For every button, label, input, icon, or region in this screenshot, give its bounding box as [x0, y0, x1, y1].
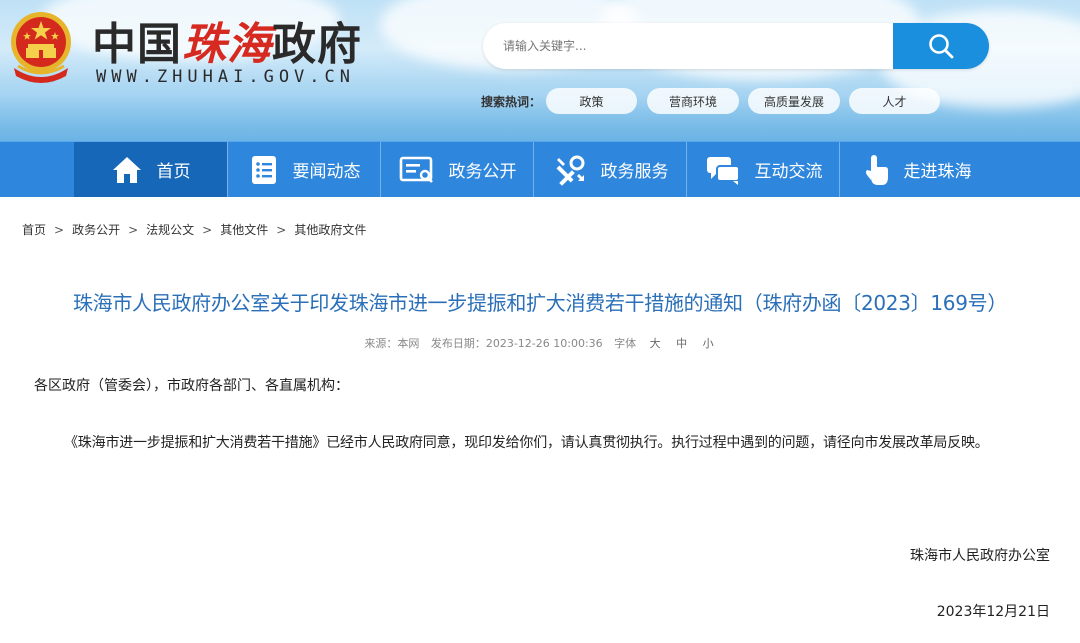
nav-item-label: 首页: [156, 162, 191, 182]
breadcrumb-separator-icon: >: [128, 222, 139, 237]
nav-item-government-affairs[interactable]: 政务公开: [381, 142, 534, 197]
main-nav: 首页 要闻动态 政务公开 政务服务 互动交流 走进珠海: [0, 141, 1080, 197]
breadcrumb-government-affairs[interactable]: 政务公开: [72, 221, 120, 238]
breadcrumb-other-files[interactable]: 其他文件: [220, 221, 268, 238]
breadcrumb: 首页 > 政务公开 > 法规公文 > 其他文件 > 其他政府文件: [22, 221, 366, 238]
breadcrumb-separator-icon: >: [202, 222, 213, 237]
article-date: 2023年12月21日: [936, 604, 1050, 620]
article-source: 来源：本网: [364, 337, 420, 350]
article-publish-date: 发布日期：2023-12-26 10:00:36: [430, 337, 603, 350]
chat-icon: [706, 156, 740, 185]
font-size-medium-button[interactable]: 中: [676, 337, 687, 350]
nav-item-label: 互动交流: [754, 162, 823, 182]
news-list-icon: [251, 155, 276, 184]
nav-item-home[interactable]: 首页: [74, 142, 227, 197]
hot-tag-policy[interactable]: 政策: [546, 88, 637, 114]
article-title: 珠海市人民政府办公室关于印发珠海市进一步提振和扩大消费若干措施的通知（珠府办函〔…: [72, 291, 1008, 315]
article-signature: 珠海市人民政府办公室: [910, 548, 1050, 564]
site-name-part2: 珠海: [182, 20, 272, 69]
site-name[interactable]: 中国 珠海 政府: [92, 14, 362, 69]
nav-item-label: 要闻动态: [292, 162, 361, 182]
article-meta: 来源：本网 发布日期：2023-12-26 10:00:36 字体 大 中 小: [0, 335, 1080, 351]
nav-item-interaction[interactable]: 互动交流: [687, 142, 840, 197]
breadcrumb-separator-icon: >: [54, 222, 65, 237]
hot-tag-high-quality-development[interactable]: 高质量发展: [748, 88, 840, 114]
breadcrumb-separator-icon: >: [276, 222, 287, 237]
font-size-large-button[interactable]: 大: [650, 337, 661, 350]
breadcrumb-home[interactable]: 首页: [22, 221, 46, 238]
search-icon: [929, 34, 954, 59]
nav-item-government-services[interactable]: 政务服务: [534, 142, 687, 197]
site-url: WWW.ZHUHAI.GOV.CN: [96, 67, 355, 87]
hot-tag-business-environment[interactable]: 营商环境: [647, 88, 739, 114]
hot-tag-talent[interactable]: 人才: [849, 88, 940, 114]
tools-icon: [556, 155, 584, 186]
nav-item-label: 走进珠海: [903, 162, 972, 182]
site-header: 中国珠海政府 WWW.ZHUHAI.GOV.CN 搜索热词： 政策 营商环境 高…: [0, 0, 1080, 141]
search-box: [483, 23, 989, 69]
nav-item-news[interactable]: 要闻动态: [228, 142, 381, 197]
nav-item-label: 政务公开: [448, 162, 517, 182]
document-icon: [399, 156, 433, 183]
nav-item-about-zhuhai[interactable]: 走进珠海: [840, 142, 993, 197]
search-input[interactable]: [483, 23, 893, 69]
site-name-part1: 中国: [92, 20, 182, 69]
home-icon: [112, 156, 141, 183]
article-salutation: 各区政府（管委会），市政府各部门、各直属机构：: [34, 378, 349, 394]
font-size-small-button[interactable]: 小: [703, 337, 714, 350]
nav-item-label: 政务服务: [600, 162, 669, 182]
site-name-part3: 政府: [272, 20, 362, 69]
breadcrumb-regulations[interactable]: 法规公文: [146, 221, 194, 238]
hot-search-label: 搜索热词：: [481, 95, 542, 109]
font-size-label: 字体: [614, 337, 637, 350]
search-button[interactable]: [893, 23, 989, 69]
pointer-hand-icon: [865, 154, 888, 185]
breadcrumb-other-government-files[interactable]: 其他政府文件: [294, 221, 366, 238]
national-emblem-icon: [11, 12, 71, 83]
article-body: 《珠海市进一步提振和扩大消费若干措施》已经市人民政府同意，现印发给你们，请认真贯…: [64, 435, 989, 451]
